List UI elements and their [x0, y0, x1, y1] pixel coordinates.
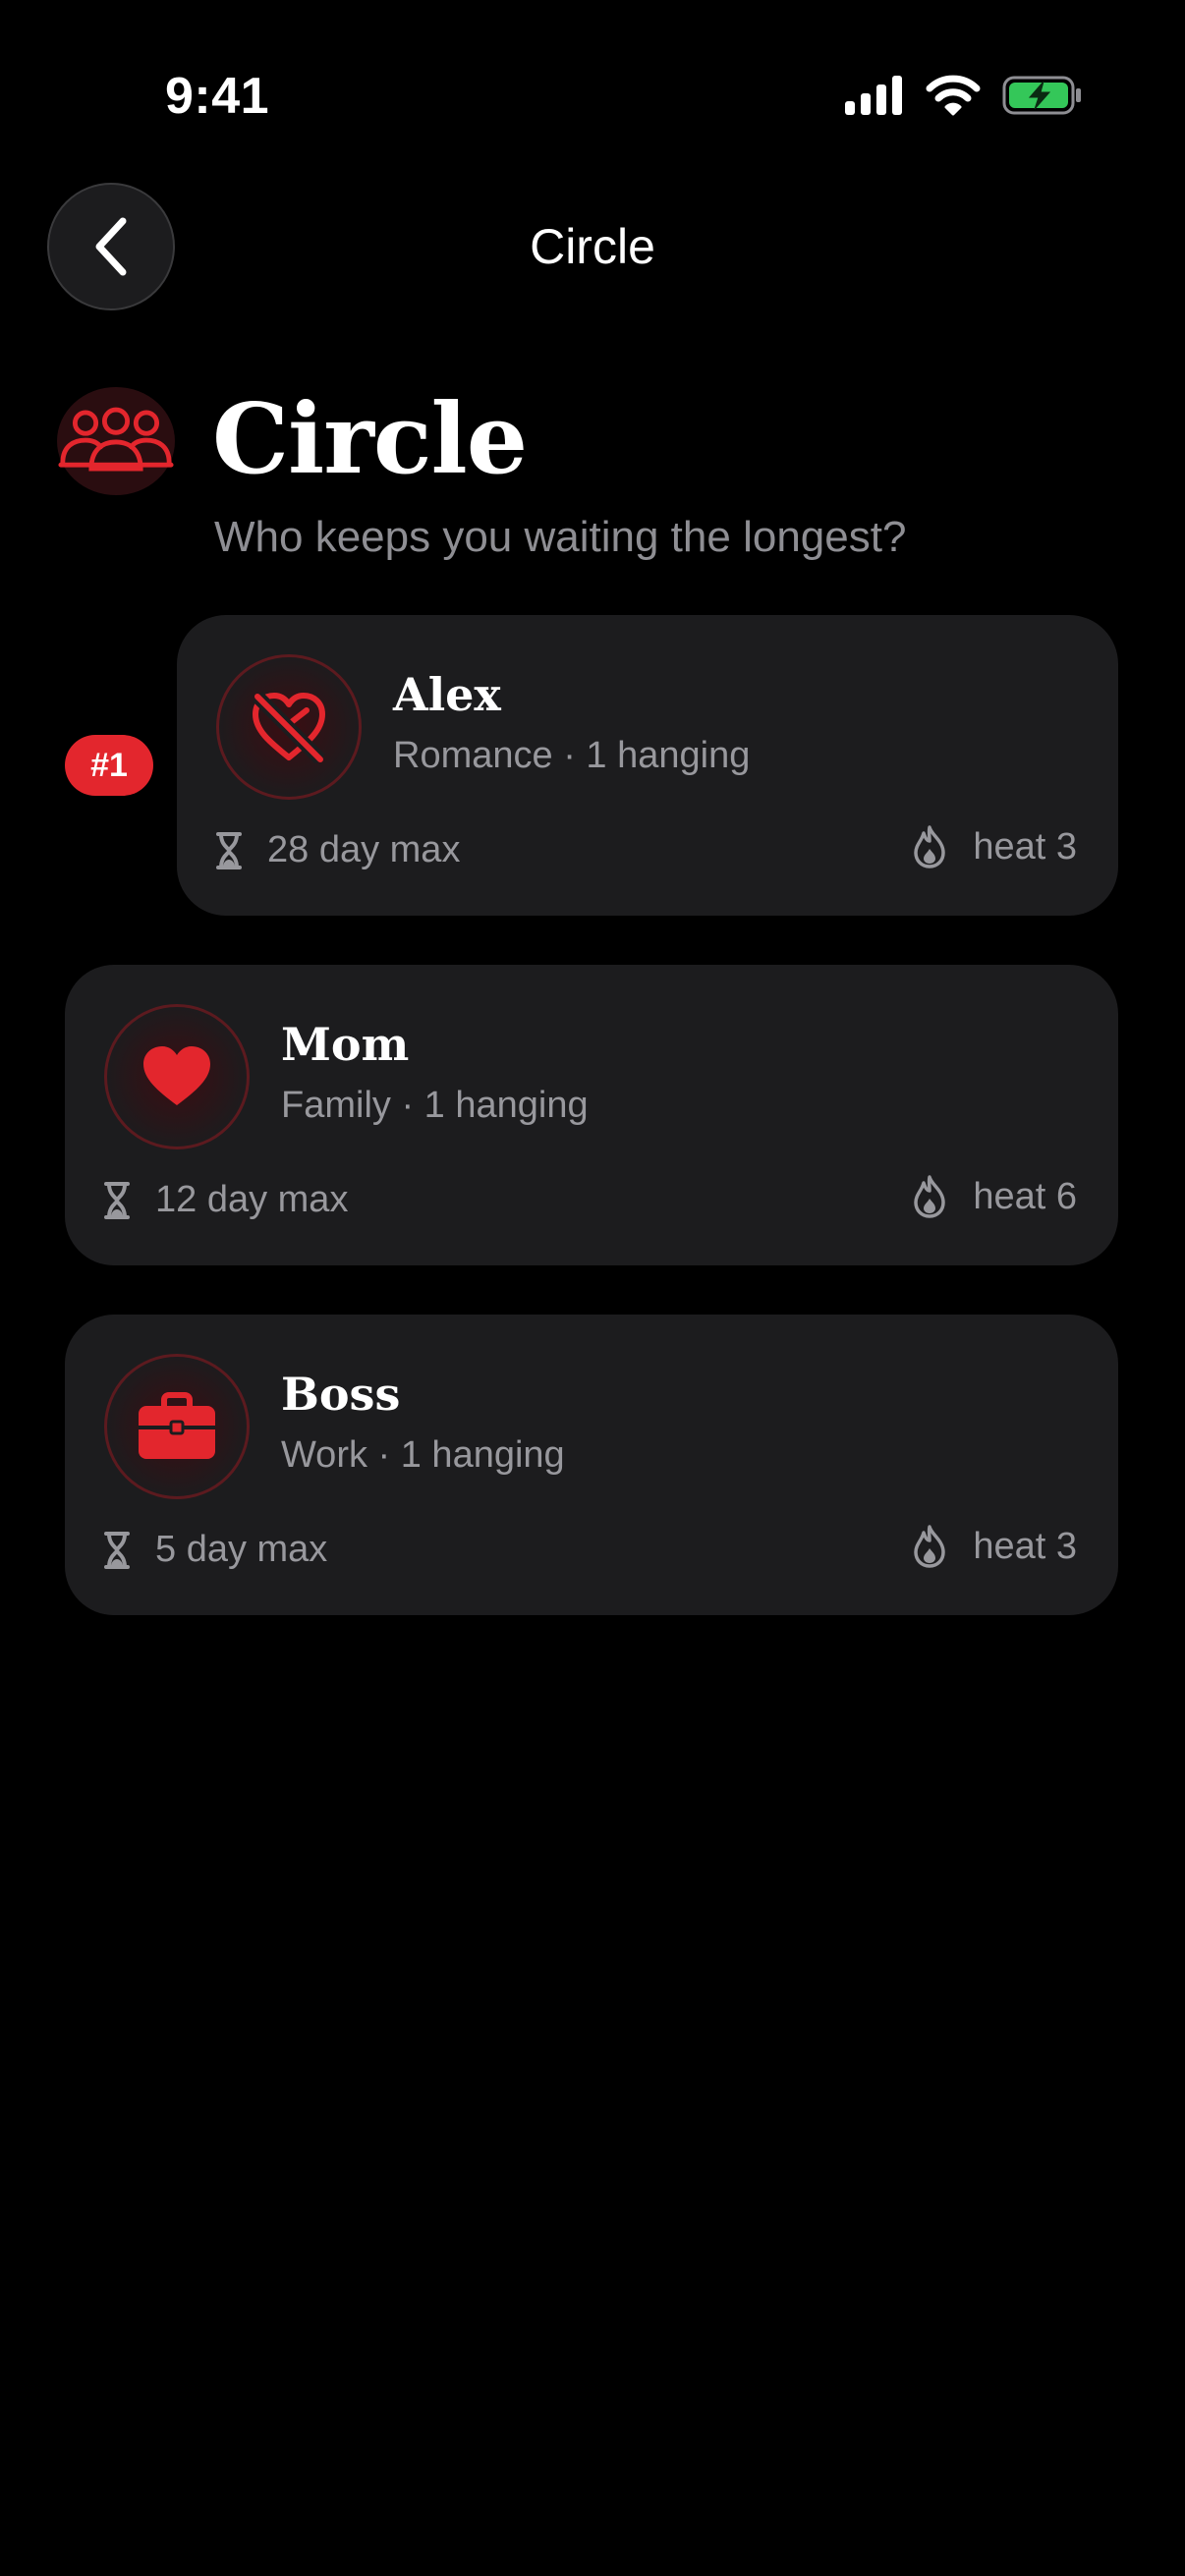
signal-icon [845, 76, 902, 115]
hourglass-icon [216, 831, 242, 869]
contact-name: Boss [281, 1368, 401, 1421]
flame-icon [914, 825, 946, 868]
rank-badge: #1 [65, 735, 153, 796]
battery-charging-icon [1002, 76, 1081, 115]
briefcase-icon [139, 1392, 215, 1459]
contact-card-boss[interactable]: Boss Work · 1 hanging 5 day max heat 3 [65, 1315, 1118, 1615]
avatar [216, 654, 362, 800]
max-wait: 5 day max [104, 1529, 327, 1571]
people-group-icon [58, 407, 174, 472]
contact-name: Mom [281, 1018, 410, 1071]
wifi-icon [926, 75, 981, 116]
max-wait: 12 day max [104, 1179, 348, 1221]
status-icons [845, 75, 1083, 116]
page-title: Circle [212, 383, 528, 496]
flame-icon [914, 1525, 946, 1568]
max-wait: 28 day max [216, 829, 460, 871]
heat-label: heat 3 [973, 1525, 1077, 1567]
max-wait-label: 28 day max [267, 829, 461, 870]
contact-card-mom[interactable]: Mom Family · 1 hanging 12 day max heat 6 [65, 965, 1118, 1265]
nav-title: Circle [530, 219, 655, 274]
contact-meta: Family · 1 hanging [281, 1085, 589, 1126]
avatar [104, 1004, 250, 1149]
heat-level: heat 3 [912, 1525, 1077, 1568]
heat-label: heat 3 [973, 825, 1077, 868]
page-subtitle: Who keeps you waiting the longest? [214, 513, 907, 561]
heat-label: heat 6 [973, 1175, 1077, 1217]
contact-meta: Romance · 1 hanging [393, 735, 751, 776]
header-icon-wrap [57, 387, 175, 495]
heart-slash-icon [253, 692, 325, 763]
flame-icon [914, 1175, 946, 1218]
hourglass-icon [104, 1531, 130, 1569]
heart-icon [143, 1046, 210, 1105]
max-wait-label: 5 day max [155, 1529, 328, 1570]
hourglass-icon [104, 1181, 130, 1219]
contact-card-alex[interactable]: Alex Romance · 1 hanging 28 day max heat… [177, 615, 1118, 916]
status-time: 9:41 [165, 68, 270, 125]
max-wait-label: 12 day max [155, 1179, 349, 1220]
heat-level: heat 6 [912, 1175, 1077, 1218]
contact-meta: Work · 1 hanging [281, 1434, 565, 1476]
heat-level: heat 3 [912, 825, 1077, 868]
avatar [104, 1354, 250, 1499]
contact-name: Alex [393, 668, 501, 721]
